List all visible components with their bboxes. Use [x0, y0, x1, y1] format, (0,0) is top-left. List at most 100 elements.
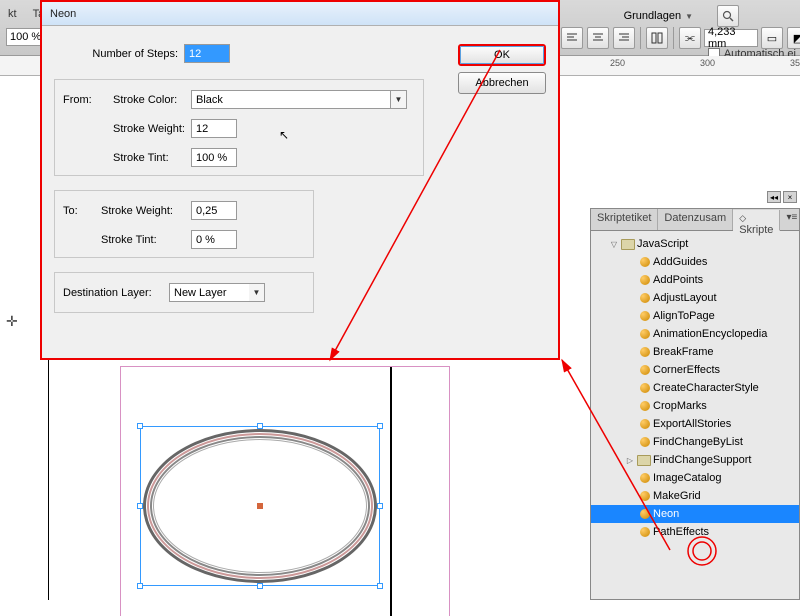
tree-item-label: CropMarks: [653, 400, 707, 412]
destination-group: Destination Layer: New Layer ▼: [54, 272, 314, 313]
panel-menu-icon[interactable]: ▾≡: [780, 209, 800, 230]
workspace-switcher[interactable]: Grundlagen ▼: [624, 4, 740, 28]
tree-item-label: AdjustLayout: [653, 292, 717, 304]
script-icon: [639, 418, 651, 430]
tree-item-cornereffects[interactable]: CornerEffects: [591, 361, 799, 379]
tree-item-label: Neon: [653, 508, 679, 520]
tree-item-findchangebylist[interactable]: FindChangeByList: [591, 433, 799, 451]
tree-item-aligntopage[interactable]: AlignToPage: [591, 307, 799, 325]
tree-item-label: AnimationEncyclopedia: [653, 328, 767, 340]
stroke-color-value: Black: [196, 94, 223, 106]
resize-handle[interactable]: [377, 423, 383, 429]
num-steps-input[interactable]: 12: [184, 44, 230, 63]
tab-datenzusammen[interactable]: Datenzusam: [658, 209, 733, 230]
tree-item-label: ImageCatalog: [653, 472, 722, 484]
panel-tabs: Skriptetiket Datenzusam ◇ Skripte ▾≡: [591, 209, 799, 231]
control-bar: ⫘ 4,233 mm ▭ ◩ ✕: [560, 26, 800, 50]
tool-icon[interactable]: ◩: [787, 27, 800, 49]
dest-layer-combo[interactable]: New Layer ▼: [169, 283, 265, 302]
dialog-titlebar[interactable]: Neon: [42, 2, 558, 26]
from-stroke-weight-input[interactable]: 12: [191, 119, 237, 138]
folder-icon: [637, 455, 651, 466]
menu-item[interactable]: kt: [4, 6, 21, 22]
stroke-color-combo[interactable]: Black ▼: [191, 90, 407, 109]
resize-handle[interactable]: [137, 423, 143, 429]
ok-button[interactable]: OK: [458, 44, 546, 66]
selection-bounding-box[interactable]: [140, 426, 380, 586]
columns-icon[interactable]: [646, 27, 668, 49]
folder-icon: [621, 239, 635, 250]
ruler-tick: 250: [610, 58, 625, 68]
script-icon: [639, 382, 651, 394]
tree-item-label: AlignToPage: [653, 310, 715, 322]
tree-item-label: MakeGrid: [653, 490, 701, 502]
script-icon: [639, 346, 651, 358]
to-stroke-weight-input[interactable]: 0,25: [191, 201, 237, 220]
stroke-weight-label: Stroke Weight:: [101, 205, 191, 217]
script-icon: [639, 274, 651, 286]
tree-item-neon[interactable]: Neon: [591, 505, 799, 523]
chevron-down-icon: ▼: [249, 283, 265, 302]
tree-item-label: FindChangeByList: [653, 436, 743, 448]
tree-item-label: CreateCharacterStyle: [653, 382, 759, 394]
tool-icon[interactable]: ▭: [761, 27, 783, 49]
chain-icon[interactable]: ⫘: [679, 27, 701, 49]
resize-handle[interactable]: [377, 583, 383, 589]
cancel-label: Abbrechen: [475, 77, 528, 89]
center-point[interactable]: [257, 503, 263, 509]
tree-item-makegrid[interactable]: MakeGrid: [591, 487, 799, 505]
disclosure-icon: ▷: [625, 456, 635, 465]
tab-skriptetikett[interactable]: Skriptetiket: [591, 209, 658, 230]
resize-handle[interactable]: [257, 423, 263, 429]
numeric-input[interactable]: 4,233 mm: [704, 29, 758, 47]
panel-close-icon[interactable]: ×: [783, 191, 797, 203]
tree-item-animationencyclopedia[interactable]: AnimationEncyclopedia: [591, 325, 799, 343]
resize-handle[interactable]: [137, 503, 143, 509]
tree-item-createcharacterstyle[interactable]: CreateCharacterStyle: [591, 379, 799, 397]
resize-handle[interactable]: [377, 503, 383, 509]
num-steps-label: Number of Steps:: [54, 48, 184, 60]
to-stroke-tint-input[interactable]: 0 %: [191, 230, 237, 249]
tree-item-findchangesupport[interactable]: ▷FindChangeSupport: [591, 451, 799, 469]
script-icon: [639, 364, 651, 376]
ruler-tick: 300: [700, 58, 715, 68]
tree-item-breakframe[interactable]: BreakFrame: [591, 343, 799, 361]
mouse-cursor-icon: ↖: [279, 128, 289, 142]
align-right-icon[interactable]: [613, 27, 635, 49]
script-icon: [639, 508, 651, 520]
to-stroke-tint-value: 0 %: [196, 234, 215, 246]
tab-skripte[interactable]: ◇ Skripte: [733, 210, 780, 231]
search-icon[interactable]: [717, 5, 739, 27]
tree-item-label: AddPoints: [653, 274, 703, 286]
crosshair-cursor-icon: ✛: [6, 313, 18, 330]
script-tree[interactable]: ▽JavaScriptAddGuides AddPoints AdjustLayou…: [591, 231, 799, 545]
script-icon: [639, 490, 651, 502]
tree-item-exportallstories[interactable]: ExportAllStories: [591, 415, 799, 433]
tree-item-patheffects[interactable]: PathEffects: [591, 523, 799, 541]
resize-handle[interactable]: [257, 583, 263, 589]
tree-item-cropmarks[interactable]: CropMarks: [591, 397, 799, 415]
align-left-icon[interactable]: [561, 27, 583, 49]
script-icon: [639, 472, 651, 484]
from-stroke-weight-value: 12: [196, 123, 208, 135]
chevron-down-icon: ▼: [391, 90, 407, 109]
tree-item-imagecatalog[interactable]: ImageCatalog: [591, 469, 799, 487]
script-icon: [639, 310, 651, 322]
align-center-icon[interactable]: [587, 27, 609, 49]
tree-folder-javascript[interactable]: ▽JavaScript: [591, 235, 799, 253]
tree-item-addpoints[interactable]: AddPoints: [591, 271, 799, 289]
dest-layer-label: Destination Layer:: [63, 287, 169, 299]
resize-handle[interactable]: [137, 583, 143, 589]
cancel-button[interactable]: Abbrechen: [458, 72, 546, 94]
tree-item-label: ExportAllStories: [653, 418, 731, 430]
stroke-tint-label: Stroke Tint:: [113, 152, 191, 164]
chevron-down-icon: ▼: [685, 12, 693, 21]
workspace-label: Grundlagen: [624, 10, 682, 22]
panel-collapse-icon[interactable]: ◂◂: [767, 191, 781, 203]
tree-item-addguides[interactable]: AddGuides: [591, 253, 799, 271]
dest-layer-value: New Layer: [174, 287, 227, 299]
tree-item-adjustlayout[interactable]: AdjustLayout: [591, 289, 799, 307]
from-stroke-tint-input[interactable]: 100 %: [191, 148, 237, 167]
stroke-weight-label: Stroke Weight:: [113, 123, 191, 135]
separator: [640, 27, 641, 49]
